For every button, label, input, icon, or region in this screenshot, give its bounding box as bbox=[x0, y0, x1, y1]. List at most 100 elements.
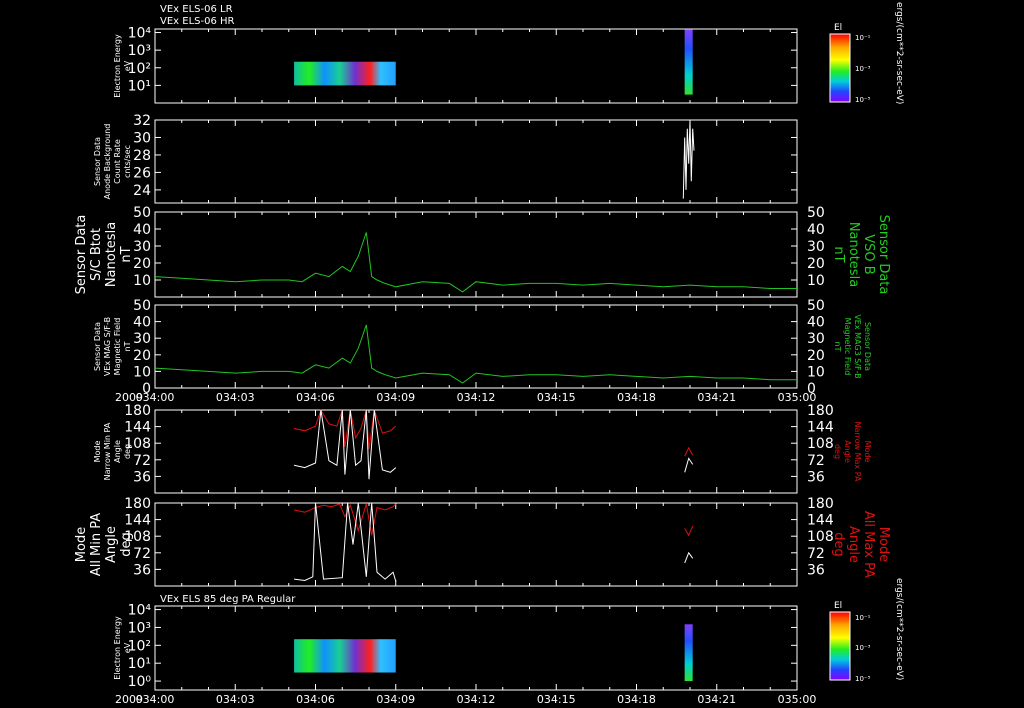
series-line-pa-all bbox=[684, 525, 694, 537]
series-line-pa-narrow bbox=[684, 446, 694, 457]
y-tick-label-bmag-mag: 10 bbox=[133, 364, 151, 380]
y-tick-label-right-pa-narrow: 108 bbox=[807, 436, 834, 452]
series-line-pa-all bbox=[684, 551, 694, 564]
time-axis-tick-label: 034:18 bbox=[617, 391, 656, 404]
time-axis-tick-label: 034:21 bbox=[697, 391, 736, 404]
y-tick-label-right-bmag-mag: 40 bbox=[807, 315, 825, 331]
colorbar-bottom-units: ergs/(cm**2-sr-sec-eV) bbox=[894, 578, 904, 680]
right-axis-label-bmag-sc: Sensor Data bbox=[876, 215, 891, 295]
y-tick-label-right-pa-narrow: 36 bbox=[807, 469, 825, 485]
time-axis-tick-label: 034:09 bbox=[376, 693, 415, 706]
colorbar-top-tick-2: 10⁻⁵ bbox=[855, 96, 871, 104]
y-axis-label-pa-narrow: Angle bbox=[113, 440, 122, 463]
colorbar-bottom-gradient bbox=[829, 611, 851, 681]
y-axis-label-anode-background: Anode Background bbox=[103, 124, 112, 200]
y-axis-label-pa-all: All Min PA bbox=[89, 513, 104, 576]
right-axis-label-pa-all: All Max PA bbox=[861, 511, 876, 578]
header-line-2: VEx ELS-06 HR bbox=[160, 16, 235, 27]
colorbar-top-units: ergs/(cm**2-sr-sec-eV) bbox=[894, 2, 904, 104]
colorbar-bottom: El 10⁻¹ 10⁻³ 10⁻⁵ ergs/(cm**2-sr-sec-eV) bbox=[829, 578, 904, 683]
y-tick-label-bmag-mag: 30 bbox=[133, 331, 151, 347]
time-axis-tick-label: 034:00 bbox=[136, 693, 175, 706]
y-tick-label-spectrogram-top: 10³ bbox=[128, 43, 151, 59]
y-tick-label-right-bmag-mag: 50 bbox=[807, 298, 825, 314]
series-line-bmag-mag bbox=[154, 324, 797, 384]
colorbar-top-tick-1: 10⁻³ bbox=[855, 65, 871, 73]
y-tick-label-bmag-sc: 40 bbox=[133, 222, 151, 238]
y-tick-label-right-pa-all: 72 bbox=[807, 546, 825, 562]
colorbar-top: El 10⁻¹ 10⁻³ 10⁻⁵ ergs/(cm**2-sr-sec-eV) bbox=[829, 2, 904, 104]
y-tick-label-right-pa-all: 108 bbox=[807, 529, 834, 545]
y-tick-label-right-pa-all: 36 bbox=[807, 562, 825, 578]
y-axis-label-pa-all: deg bbox=[119, 532, 134, 557]
y-tick-label-pa-narrow: 36 bbox=[133, 469, 151, 485]
y-axis-label-bmag-sc: Nanotesla bbox=[104, 222, 119, 287]
y-axis-label-anode-background: Count Rate bbox=[113, 139, 122, 184]
y-tick-label-right-bmag-mag: 30 bbox=[807, 331, 825, 347]
y-axis-label-spectrogram-top: Electron Energy bbox=[113, 34, 122, 98]
y-tick-label-spectrogram-bottom: 10⁰ bbox=[128, 674, 152, 690]
series-line-pa-narrow bbox=[293, 408, 397, 450]
right-axis-label-bmag-sc: nT bbox=[831, 246, 846, 262]
y-tick-label-pa-narrow: 144 bbox=[124, 420, 151, 436]
time-axis-tick-label: 034:00 bbox=[136, 391, 175, 404]
y-tick-label-pa-all: 144 bbox=[124, 513, 151, 529]
series-line-pa-all bbox=[294, 502, 397, 582]
y-tick-label-anode-background: 30 bbox=[133, 130, 151, 146]
y-tick-label-right-pa-all: 144 bbox=[807, 513, 834, 529]
y-axis-label-bmag-mag: nT bbox=[123, 341, 132, 351]
y-tick-label-bmag-sc: 50 bbox=[133, 205, 151, 221]
panel-frame-spectrogram-bottom bbox=[154, 605, 798, 691]
y-axis-label-pa-narrow: Mode bbox=[93, 441, 102, 463]
colorbar-bottom-tick-1: 10⁻³ bbox=[855, 644, 871, 652]
y-tick-label-bmag-mag: 50 bbox=[133, 298, 151, 314]
y-tick-label-spectrogram-bottom: 10⁴ bbox=[128, 603, 152, 619]
y-axis-label-anode-background: Sensor Data bbox=[93, 137, 102, 186]
time-axis-tick-label: 034:15 bbox=[537, 693, 576, 706]
y-tick-label-bmag-mag: 40 bbox=[133, 315, 151, 331]
right-axis-label-pa-all: deg bbox=[831, 532, 846, 557]
y-tick-label-right-pa-all: 180 bbox=[807, 496, 834, 512]
panel-frame-pa-narrow bbox=[154, 409, 798, 494]
y-tick-label-bmag-mag: 20 bbox=[133, 348, 151, 364]
y-tick-label-anode-background: 24 bbox=[133, 183, 151, 199]
time-axis-tick-label: 034:06 bbox=[296, 693, 335, 706]
y-axis-label-spectrogram-bottom: Electron Energy bbox=[113, 616, 122, 680]
spectrogram-block bbox=[684, 624, 693, 682]
panel-frame-pa-all bbox=[154, 502, 798, 587]
right-axis-label-bmag-mag: Magnetic Field bbox=[843, 318, 852, 376]
y-axis-label-bmag-mag: Sensor Data bbox=[93, 322, 102, 371]
panel-frame-bmag-mag bbox=[154, 304, 798, 389]
y-axis-label-anode-background: cnts/sec bbox=[123, 145, 132, 178]
y-tick-label-pa-all: 36 bbox=[133, 562, 151, 578]
y-tick-label-right-bmag-sc: 30 bbox=[807, 239, 825, 255]
right-axis-label-pa-narrow: deg bbox=[833, 444, 842, 459]
time-axis-tick-label: 034:09 bbox=[376, 391, 415, 404]
y-tick-label-right-pa-narrow: 180 bbox=[807, 403, 834, 419]
y-axis-label-bmag-sc: nT bbox=[119, 246, 134, 262]
y-tick-label-bmag-sc: 30 bbox=[133, 239, 151, 255]
y-tick-label-anode-background: 32 bbox=[133, 113, 151, 129]
y-axis-label-spectrogram-bottom: eV bbox=[123, 642, 132, 653]
plot-canvas: VEx ELS-06 LR VEx ELS-06 HR VEx ELS 85 d… bbox=[74, 2, 904, 706]
colorbar-top-label: El bbox=[834, 23, 842, 33]
series-line-pa-narrow bbox=[684, 457, 694, 473]
y-tick-label-right-bmag-sc: 40 bbox=[807, 222, 825, 238]
series-line-pa-all bbox=[293, 503, 397, 536]
y-tick-label-right-pa-narrow: 144 bbox=[807, 420, 834, 436]
time-axis-tick-label: 035:00 bbox=[778, 693, 817, 706]
bottom-panel-title: VEx ELS 85 deg PA Regular bbox=[160, 594, 296, 605]
y-tick-label-pa-narrow: 180 bbox=[124, 403, 151, 419]
time-axis-tick-label: 035:00 bbox=[778, 391, 817, 404]
right-axis-label-pa-narrow: Angle bbox=[843, 440, 852, 463]
right-axis-label-pa-all: Angle bbox=[846, 526, 861, 563]
y-axis-label-spectrogram-top: eV bbox=[123, 60, 132, 71]
spectrogram-block bbox=[294, 61, 396, 86]
y-axis-label-bmag-mag: Magnetic Field bbox=[113, 318, 122, 376]
right-axis-label-bmag-mag: Sensor Data bbox=[863, 322, 872, 371]
y-axis-label-pa-all: Angle bbox=[104, 526, 119, 563]
right-axis-label-bmag-mag: VEx MAG3 S/F-B bbox=[853, 314, 862, 378]
y-tick-label-spectrogram-top: 10⁴ bbox=[128, 26, 152, 42]
right-axis-label-bmag-sc: Nanotesla bbox=[846, 222, 861, 287]
y-axis-label-bmag-mag: VEx MAG S/F-B bbox=[103, 317, 112, 376]
